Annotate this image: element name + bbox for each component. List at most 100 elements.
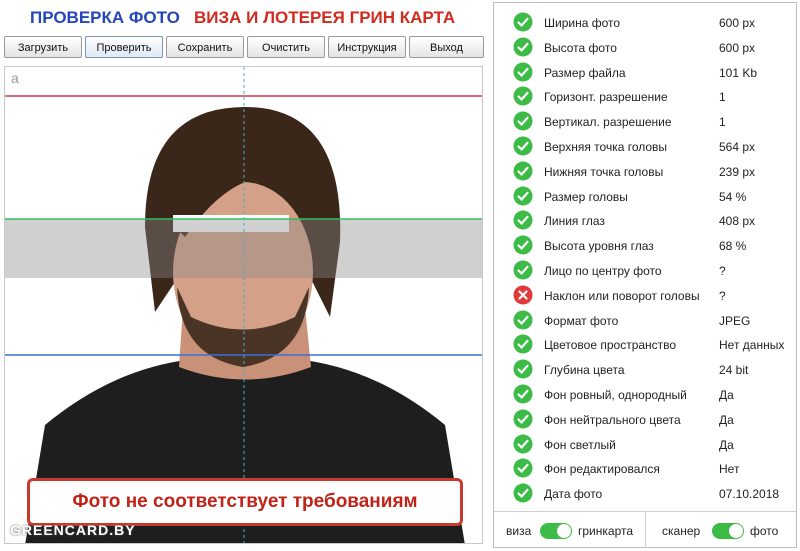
visa-greencard-toggle[interactable] xyxy=(540,523,572,539)
instruction-button[interactable]: Инструкция xyxy=(328,36,406,58)
check-ok-icon xyxy=(513,260,533,280)
check-value: Да xyxy=(719,388,734,402)
exit-button[interactable]: Выход xyxy=(409,36,484,58)
title-photo-check: ПРОВЕРКА ФОТО xyxy=(30,8,180,27)
check-fail-icon xyxy=(513,285,533,305)
check-label: Ширина фото xyxy=(544,16,621,30)
check-row: Фон светлый Да xyxy=(494,433,796,457)
toggle-knob xyxy=(729,524,743,538)
check-row: Цветовое пространство Нет данных xyxy=(494,333,796,357)
check-row: Фон нейтрального цвета Да xyxy=(494,408,796,432)
check-label: Вертикал. разрешение xyxy=(544,115,672,130)
check-row: Высота фото 600 px xyxy=(494,36,796,60)
toggle-knob xyxy=(557,524,571,538)
check-row: Нижняя точка головы 239 px xyxy=(494,160,796,184)
photo-preview[interactable]: a xyxy=(4,66,483,544)
scanner-photo-toggle[interactable] xyxy=(712,523,744,539)
check-label: Верхняя точка головы xyxy=(544,140,668,154)
toggle-photo-label: фото xyxy=(750,524,779,538)
check-label: Фон ровный, однородный xyxy=(544,388,687,402)
check-value: 24 bit xyxy=(719,363,749,378)
corner-letter: a xyxy=(11,70,19,86)
check-ok-icon xyxy=(513,136,533,156)
check-ok-icon xyxy=(513,235,533,255)
checks-panel: Ширина фото 600 px Высота фото 600 px Размер… xyxy=(493,2,797,548)
check-value: Нет данных xyxy=(719,338,785,353)
title-visa-lottery: ВИЗА И ЛОТЕРЕЯ ГРИН КАРТА xyxy=(194,8,456,27)
toggle-greencard-label: гринкарта xyxy=(578,524,634,538)
check-label: Высота фото xyxy=(544,40,617,55)
check-row: Дата фото 07.10.2018 xyxy=(494,482,796,506)
check-label: Дата фото xyxy=(544,487,603,502)
check-value: Да xyxy=(719,412,734,427)
check-row: Фон редактировался Нет xyxy=(494,457,796,481)
check-label: Линия глаз xyxy=(544,214,605,229)
check-value: 408 px xyxy=(719,214,756,229)
check-value: 600 px xyxy=(719,40,756,55)
check-label: Наклон или поворот головы xyxy=(544,288,700,303)
check-value: 1 xyxy=(719,115,726,130)
check-ok-icon xyxy=(513,359,533,379)
check-ok-icon xyxy=(513,434,533,454)
check-label: Фон светлый xyxy=(544,437,616,452)
check-ok-icon xyxy=(513,37,533,57)
check-row: Лицо по центру фото? xyxy=(494,259,796,283)
check-row: Фон ровный, однородный Да xyxy=(494,383,796,407)
check-label: Глубина цвета xyxy=(544,363,625,378)
check-label: Цветовое пространство xyxy=(544,338,677,353)
check-row: Высота уровня глаз 68 % xyxy=(494,234,796,258)
save-button[interactable]: Сохранить xyxy=(166,36,244,58)
check-ok-icon xyxy=(513,458,533,478)
check-button[interactable]: Проверить xyxy=(85,36,163,58)
check-ok-icon xyxy=(513,12,533,32)
check-ok-icon xyxy=(513,483,533,503)
check-ok-icon xyxy=(513,409,533,429)
upload-button[interactable]: Загрузить xyxy=(4,36,82,58)
check-row: Ширина фото 600 px xyxy=(494,11,796,35)
check-value: ? xyxy=(719,288,726,303)
check-label: Размер головы xyxy=(544,189,628,204)
check-value: ? xyxy=(719,264,726,278)
check-row: Наклон или поворот головы? xyxy=(494,284,796,308)
check-row: Глубина цвета 24 bit xyxy=(494,358,796,382)
portrait-image xyxy=(5,67,482,543)
toggle-divider xyxy=(645,512,646,548)
watermark-text: GREENCARD.BY xyxy=(10,522,136,538)
check-label: Фон редактировался xyxy=(544,462,660,477)
toggle-scanner-label: сканер xyxy=(662,524,701,538)
check-label: Горизонт. разрешение xyxy=(544,90,668,105)
check-row: Линия глаз 408 px xyxy=(494,209,796,233)
check-value: JPEG xyxy=(719,313,751,328)
check-ok-icon xyxy=(513,62,533,82)
check-value: 600 px xyxy=(719,16,756,30)
check-label: Формат фото xyxy=(544,313,619,328)
check-value: 54 % xyxy=(719,189,747,204)
clear-button[interactable]: Очистить xyxy=(247,36,325,58)
check-ok-icon xyxy=(513,310,533,330)
check-ok-icon xyxy=(513,86,533,106)
check-ok-icon xyxy=(513,334,533,354)
toggle-bar: виза гринкарта сканер фото xyxy=(494,511,796,548)
check-value: Да xyxy=(719,437,734,452)
check-row: Верхняя точка головы 564 px xyxy=(494,135,796,159)
check-row: Формат фото JPEG xyxy=(494,309,796,333)
check-value: 07.10.2018 xyxy=(719,487,780,502)
check-ok-icon xyxy=(513,210,533,230)
check-value: 1 xyxy=(719,90,726,105)
check-label: Нижняя точка головы xyxy=(544,164,664,179)
check-row: Размер файла 101 Kb xyxy=(494,61,796,85)
check-row: Горизонт. разрешение 1 xyxy=(494,85,796,109)
check-label: Лицо по центру фото xyxy=(544,264,662,278)
check-row: Вертикал. разрешение 1 xyxy=(494,110,796,134)
check-ok-icon xyxy=(513,186,533,206)
check-ok-icon xyxy=(513,111,533,131)
check-label: Высота уровня глаз xyxy=(544,239,654,254)
warning-banner: Фото не соответствует требованиям xyxy=(27,478,463,526)
check-value: Нет xyxy=(719,462,740,477)
check-value: 68 % xyxy=(719,239,747,254)
check-label: Размер файла xyxy=(544,65,626,80)
check-ok-icon xyxy=(513,384,533,404)
toggle-visa-label: виза xyxy=(506,524,532,538)
check-value: 239 px xyxy=(719,164,756,179)
check-row: Размер головы 54 % xyxy=(494,185,796,209)
